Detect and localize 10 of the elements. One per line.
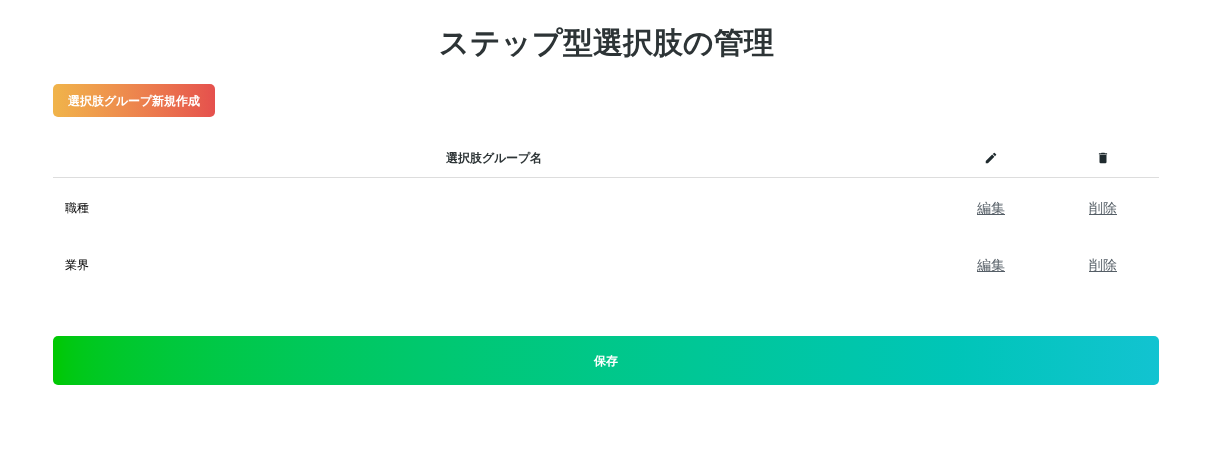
- page-title: ステップ型選択肢の管理: [437, 24, 775, 62]
- trash-icon: [1096, 151, 1110, 166]
- edit-link[interactable]: 編集: [977, 199, 1005, 216]
- delete-link[interactable]: 削除: [1089, 199, 1117, 216]
- group-name: 業界: [65, 257, 89, 272]
- pencil-icon: [984, 151, 998, 166]
- delete-link[interactable]: 削除: [1089, 256, 1117, 273]
- edit-link[interactable]: 編集: [977, 256, 1005, 273]
- column-header: 選択肢グループ名: [446, 150, 542, 165]
- group-name: 職種: [65, 200, 89, 215]
